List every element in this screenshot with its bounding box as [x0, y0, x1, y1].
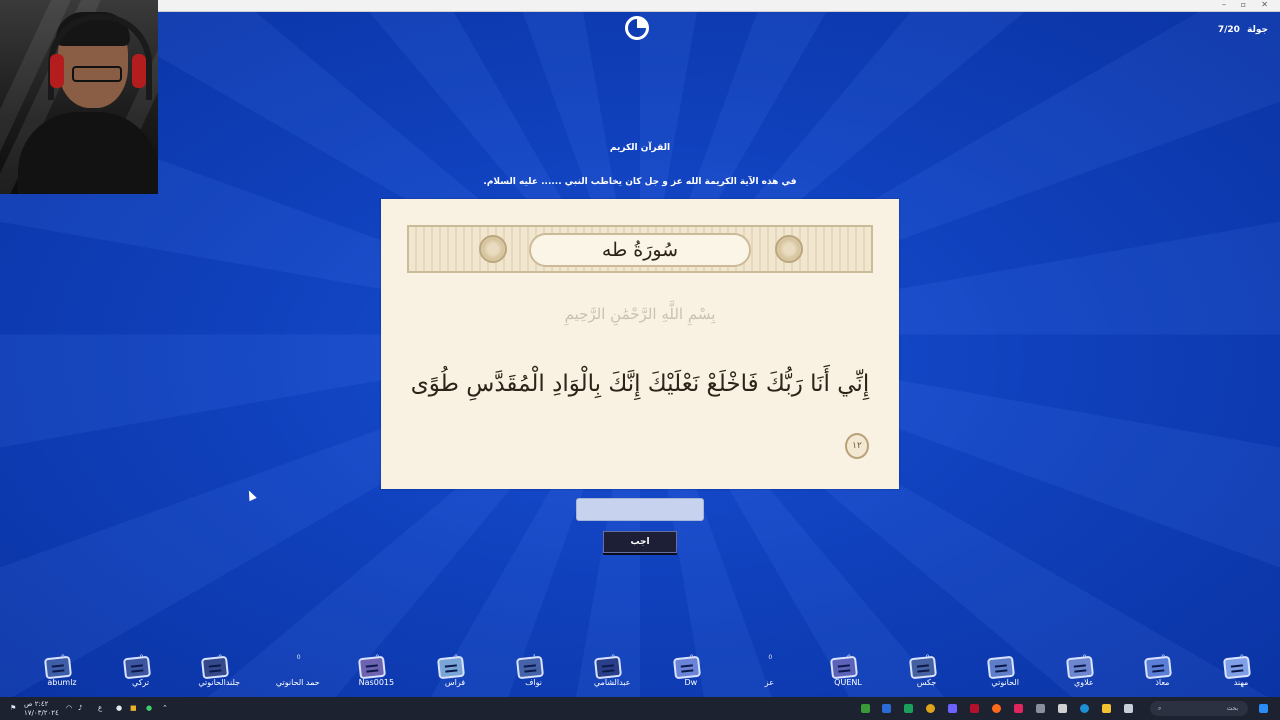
chrome-icon[interactable]: [926, 704, 935, 713]
player-avatar-icon: [1065, 655, 1094, 680]
search-icon: ⌕: [1158, 705, 1162, 712]
clock-date: ١٧/٠٣/٢٠٢٤: [24, 709, 59, 717]
player-avatar-icon: [829, 655, 859, 680]
folder-icon[interactable]: [1102, 704, 1111, 713]
timer-icon: [625, 16, 649, 40]
status-tray-icon[interactable]: ●: [146, 697, 152, 720]
round-value: 7/20: [1217, 25, 1240, 35]
player-avatar-icon: [751, 656, 779, 680]
player-name: جكس: [916, 678, 937, 687]
player-name: فراس: [444, 678, 466, 687]
basmala: بِسْمِ اللَّهِ الرَّحْمَٰنِ الرَّحِيمِ: [564, 305, 716, 323]
player-avatar-icon: [436, 655, 466, 680]
category-title: القرآن الكريم: [609, 143, 671, 153]
edge-icon[interactable]: [1080, 704, 1089, 713]
taskbar-clock[interactable]: ٢:٤٢ ص ١٧/٠٣/٢٠٢٤: [24, 700, 59, 718]
player-avatar-icon: [1144, 655, 1173, 680]
question-text: في هذه الآية الكريمة الله عز و جل كان يخ…: [483, 177, 797, 187]
xbox-icon[interactable]: [861, 704, 870, 713]
player-name: Nas0015: [358, 678, 395, 687]
player-name: معاذ: [1155, 678, 1170, 687]
task-view-icon[interactable]: [1124, 704, 1133, 713]
player-name: حمد الحانوتي: [275, 678, 320, 687]
surah-header-frame: سُورَةُ طه: [407, 225, 873, 273]
player-name: abumlz: [47, 678, 77, 687]
player-avatar-icon: [280, 656, 308, 680]
maximize-icon[interactable]: ▫: [1241, 0, 1246, 10]
player-avatar-icon: [358, 655, 387, 680]
search-placeholder: بحث: [1226, 705, 1238, 712]
show-hidden-icons-chevron-icon[interactable]: ⌃: [162, 697, 168, 720]
round-counter: جولة 7/20: [1218, 25, 1268, 35]
wifi-icon[interactable]: ◠: [66, 697, 72, 720]
rosette-ornament-icon: [775, 235, 803, 263]
player-avatar-icon: [672, 655, 701, 680]
webcam-overlay: [0, 0, 158, 194]
language-indicator[interactable]: ع: [98, 697, 102, 720]
player-avatar-icon: [987, 655, 1016, 680]
player-name: نواف: [525, 678, 543, 687]
player-name: QUENL: [834, 678, 862, 687]
player-name: جلندالحانوتي: [198, 678, 241, 687]
round-label: جولة: [1247, 25, 1268, 35]
player-name: تركي: [132, 678, 150, 687]
close-icon[interactable]: ✕: [1261, 0, 1268, 10]
verse-card: سُورَةُ طه بِسْمِ اللَّهِ الرَّحْمَٰنِ ا…: [381, 199, 899, 489]
notification-icon[interactable]: ⚑: [10, 697, 16, 720]
volume-icon[interactable]: ♪: [78, 697, 82, 720]
app-icon[interactable]: [970, 704, 979, 713]
microphone-icon[interactable]: ●: [116, 697, 122, 720]
player-avatar-icon: [1222, 655, 1252, 680]
app-icon[interactable]: [1058, 704, 1067, 713]
player-list: 0مهند0معاذ0علاويالحانوتي0جكس0QUENL0عز0Dw…: [0, 646, 1280, 694]
windows-start-icon[interactable]: [1259, 704, 1268, 713]
player-avatar-icon: [122, 655, 151, 680]
player-name: عز: [764, 678, 774, 687]
submit-answer-button[interactable]: اجب: [603, 531, 677, 553]
firefox-icon[interactable]: [992, 704, 1001, 713]
player-name: Dw: [684, 678, 698, 687]
mouse-cursor-icon: [245, 488, 257, 502]
rosette-ornament-icon: [479, 235, 507, 263]
player-avatar-icon: [201, 655, 230, 680]
minimize-icon[interactable]: –: [1222, 0, 1226, 10]
player-avatar-icon: [594, 655, 623, 680]
player-name: علاوي: [1073, 678, 1094, 687]
player-avatar-icon: [515, 655, 544, 680]
player-card: 0abumlz: [16, 646, 94, 694]
ayah-number-icon: ١٢: [845, 433, 869, 459]
app-tray-icon[interactable]: ■: [130, 697, 137, 720]
ayah-text: إِنِّي أَنَا رَبُّكَ فَاخْلَعْ نَعْلَيْك…: [410, 371, 870, 397]
app-icon[interactable]: [1014, 704, 1023, 713]
taskbar: ⚑ ٢:٤٢ ص ١٧/٠٣/٢٠٢٤ ◠ ♪ ع ● ■ ● ⌃ بحث ⌕: [0, 697, 1280, 720]
player-avatar-icon: [43, 655, 73, 680]
surah-title: سُورَةُ طه: [529, 233, 751, 267]
clock-time: ٢:٤٢ ص: [24, 700, 49, 708]
app-icon[interactable]: [948, 704, 957, 713]
player-name: الحانوتي: [991, 678, 1019, 687]
answer-input[interactable]: [576, 498, 704, 521]
app-icon[interactable]: [882, 704, 891, 713]
app-icon[interactable]: [904, 704, 913, 713]
player-avatar-icon: [908, 655, 937, 680]
taskbar-search[interactable]: بحث ⌕: [1150, 701, 1248, 716]
player-name: عبدالشامي: [593, 678, 631, 687]
window-titlebar: – ▫ ✕: [158, 0, 1280, 12]
app-icon[interactable]: [1036, 704, 1045, 713]
